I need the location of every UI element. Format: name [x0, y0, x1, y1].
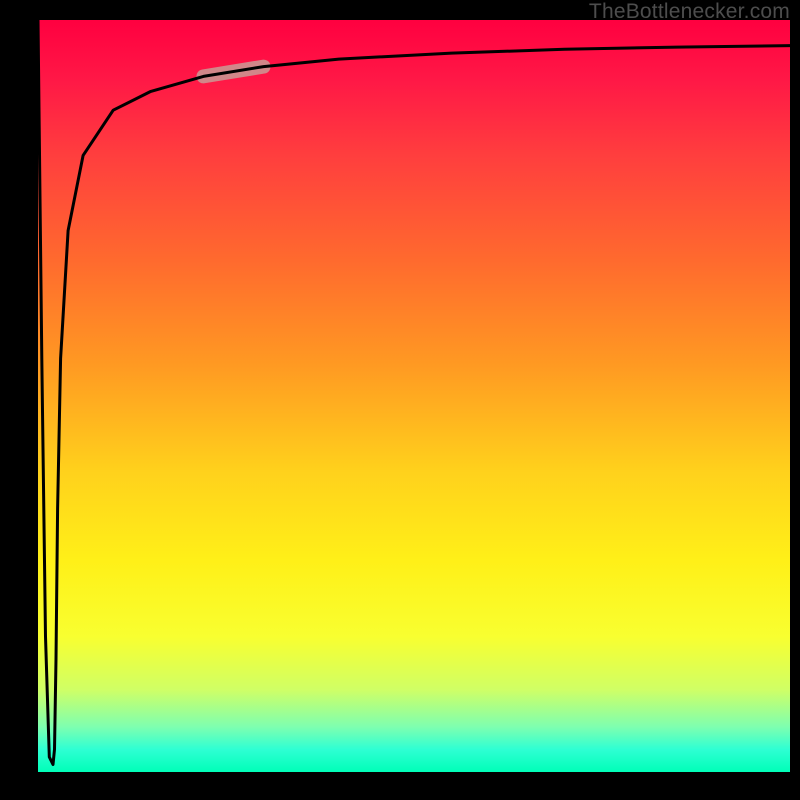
attribution-text: TheBottlenecker.com	[589, 0, 790, 24]
chart-svg	[38, 20, 790, 772]
chart-frame: TheBottlenecker.com	[0, 0, 800, 800]
bottleneck-curve	[38, 20, 790, 765]
